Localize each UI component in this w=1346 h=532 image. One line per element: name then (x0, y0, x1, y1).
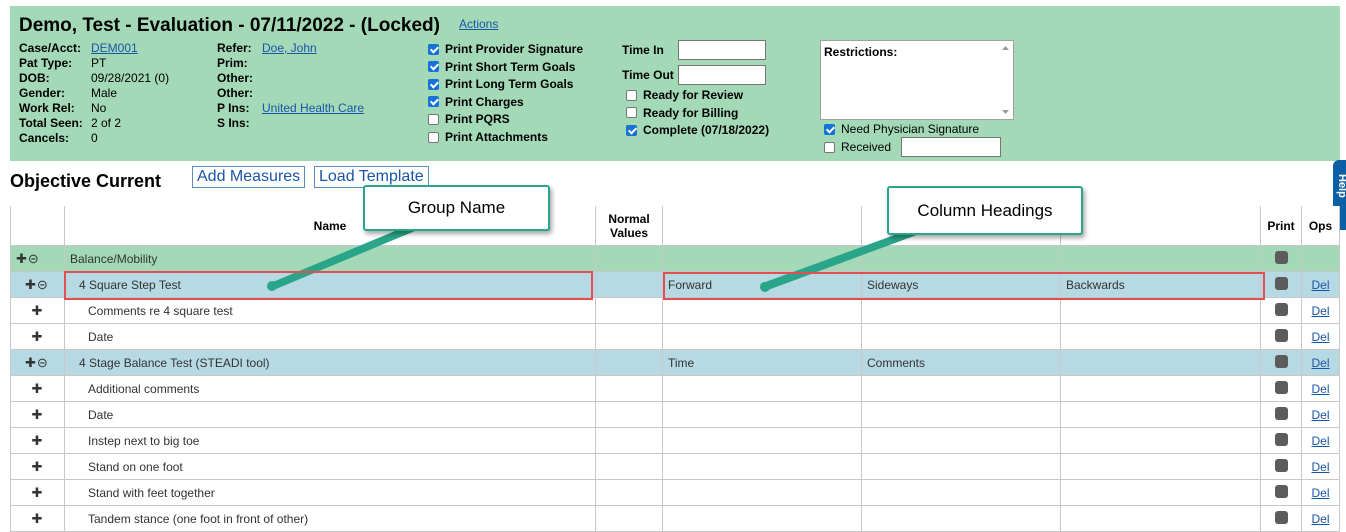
column-headings-callout-text: Column Headings (917, 200, 1053, 220)
annotation-overlay (267, 231, 922, 292)
group-name-callout-text: Group Name (407, 198, 506, 217)
group-name-callout: Group Name (363, 185, 550, 231)
group-name-highlight (64, 271, 593, 300)
column-headings-callout: Column Headings (887, 186, 1083, 235)
column-headings-highlight (663, 272, 1265, 300)
